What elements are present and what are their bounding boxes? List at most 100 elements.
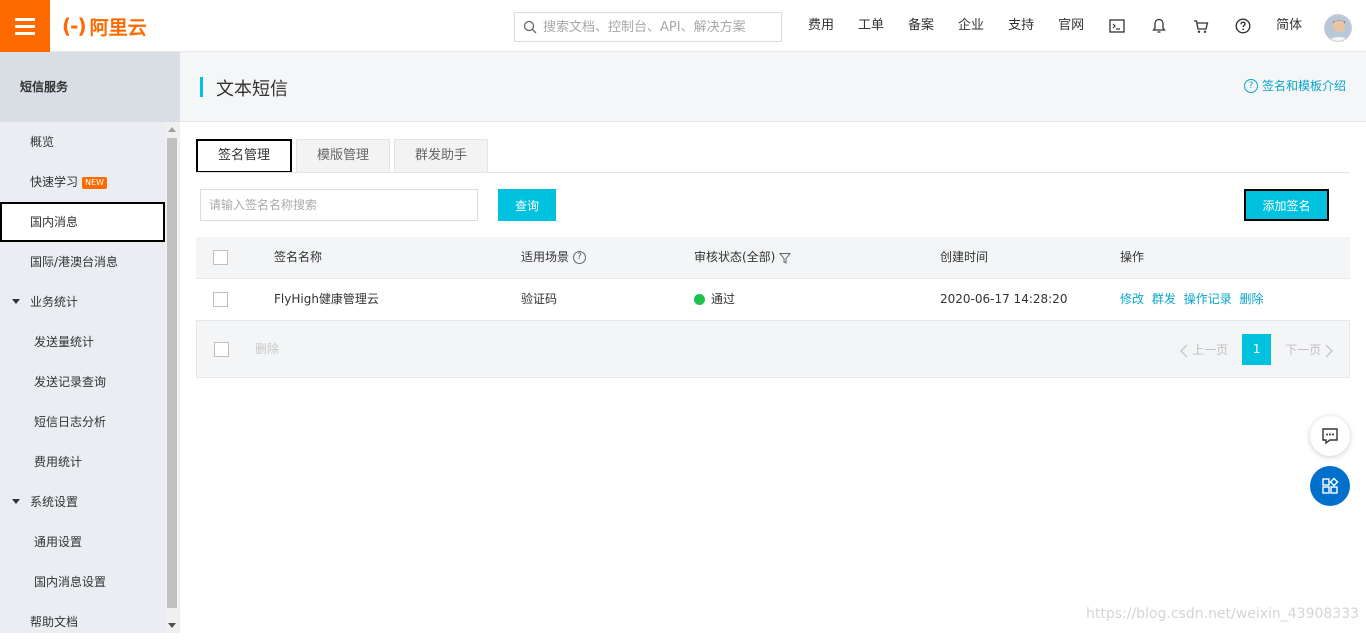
select-all-checkbox[interactable] <box>213 250 228 265</box>
pagination: 上一页 1 下一页 <box>1180 334 1334 365</box>
sidebar-item-label: 短信日志分析 <box>34 415 107 429</box>
status-label: 通过 <box>711 292 736 306</box>
global-search-input[interactable] <box>543 19 773 35</box>
signature-created-time: 2020-06-17 14:28:20 <box>940 292 1068 306</box>
sidebar-item-domestic-settings[interactable]: 国内消息设置 <box>0 562 165 602</box>
help-button[interactable] <box>1222 0 1264 52</box>
sign-template-intro-link[interactable]: ? 签名和模板介绍 <box>1243 77 1346 94</box>
hamburger-icon <box>15 17 35 21</box>
tab-signature-management[interactable]: 签名管理 <box>196 139 293 173</box>
sidebar-item-label: 国际/港澳台消息 <box>30 255 119 269</box>
row-actions: 修改 群发 操作记录 删除 <box>1120 279 1268 321</box>
cart-button[interactable] <box>1180 0 1222 52</box>
sidebar-item-cost-stats[interactable]: 费用统计 <box>0 442 165 482</box>
column-header-name: 签名名称 <box>274 250 323 264</box>
terminal-button[interactable] <box>1096 0 1138 52</box>
sidebar-item-label: 系统设置 <box>30 495 79 509</box>
sidebar-item-domestic-messages[interactable]: 国内消息 <box>0 202 165 242</box>
nav-tickets[interactable]: 工单 <box>846 0 896 52</box>
scroll-thumb[interactable] <box>167 138 177 608</box>
sidebar-item-send-records[interactable]: 发送记录查询 <box>0 362 165 402</box>
avatar[interactable] <box>1324 14 1352 42</box>
sidebar-item-overview[interactable]: 概览 <box>0 122 165 162</box>
language-switch[interactable]: 简体 <box>1264 0 1314 52</box>
delete-link[interactable]: 删除 <box>1240 292 1264 306</box>
nav-fees[interactable]: 费用 <box>796 0 846 52</box>
nav-filing[interactable]: 备案 <box>896 0 946 52</box>
next-page-button[interactable]: 下一页 <box>1285 341 1334 358</box>
chat-float-button[interactable] <box>1310 416 1350 456</box>
row-checkbox[interactable] <box>213 292 228 307</box>
logo[interactable]: (-) 阿里云 <box>62 14 147 39</box>
current-page[interactable]: 1 <box>1242 334 1272 365</box>
operation-log-link[interactable]: 操作记录 <box>1184 292 1232 306</box>
query-button[interactable]: 查询 <box>498 189 556 221</box>
signature-status: 通过 <box>694 279 735 321</box>
sidebar-item-label: 概览 <box>30 135 55 149</box>
sidebar-item-quick-start[interactable]: 快速学习 NEW <box>0 162 165 202</box>
question-circle-icon[interactable]: ? <box>573 251 587 264</box>
logo-text: 阿里云 <box>89 16 147 39</box>
sidebar-scrollbar[interactable] <box>165 122 179 633</box>
signature-search-input[interactable] <box>200 189 478 221</box>
column-header-status-label: 审核状态(全部) <box>694 250 776 264</box>
sidebar-item-help-docs[interactable]: 帮助文档 <box>0 602 165 642</box>
sidebar-item-label: 快速学习 <box>30 175 79 189</box>
nav-support[interactable]: 支持 <box>996 0 1046 52</box>
sidebar-item-log-analysis[interactable]: 短信日志分析 <box>0 402 165 442</box>
nav-enterprise[interactable]: 企业 <box>946 0 996 52</box>
tab-bulk-send-assistant[interactable]: 群发助手 <box>394 139 489 173</box>
sidebar-item-label: 国内消息设置 <box>34 575 107 589</box>
status-dot-icon <box>694 294 705 305</box>
new-badge: NEW <box>82 176 107 189</box>
notifications-button[interactable] <box>1138 0 1180 52</box>
sidebar-item-label: 费用统计 <box>34 455 83 469</box>
sidebar-group-business-stats[interactable]: 业务统计 <box>0 282 165 322</box>
menu-button[interactable] <box>0 0 50 52</box>
table-row: FlyHigh健康管理云 验证码 通过 2020-06-17 14:28:20 … <box>196 279 1350 321</box>
hamburger-icon-line <box>15 24 35 28</box>
add-signature-button[interactable]: 添加签名 <box>1244 189 1329 221</box>
chat-icon <box>1322 428 1338 445</box>
chevron-left-icon <box>1180 343 1188 358</box>
scroll-down-icon[interactable] <box>168 623 176 628</box>
sidebar-title: 短信服务 <box>0 52 180 122</box>
top-bar: (-) 阿里云 费用 工单 备案 企业 支持 官网 <box>0 0 1366 52</box>
bell-icon <box>1152 18 1166 33</box>
scroll-up-icon[interactable] <box>168 127 176 132</box>
nav-official-site[interactable]: 官网 <box>1046 0 1096 52</box>
filter-icon[interactable] <box>779 252 792 264</box>
user-avatar-icon <box>1325 15 1351 41</box>
column-header-actions: 操作 <box>1120 250 1145 264</box>
caret-down-icon <box>12 299 20 304</box>
table-footer: 删除 上一页 1 下一页 <box>196 321 1350 378</box>
top-nav: 费用 工单 备案 企业 支持 官网 简体 <box>796 0 1314 52</box>
sidebar-item-general-settings[interactable]: 通用设置 <box>0 522 165 562</box>
page-title: 文本短信 <box>200 75 288 101</box>
sidebar-item-international-messages[interactable]: 国际/港澳台消息 <box>0 242 165 282</box>
bulk-send-link[interactable]: 群发 <box>1152 292 1176 306</box>
batch-delete-button[interactable]: 删除 <box>243 335 291 363</box>
search-icon <box>523 20 537 34</box>
page-header: 文本短信 ? 签名和模板介绍 <box>180 52 1366 122</box>
sidebar-group-system-settings[interactable]: 系统设置 <box>0 482 165 522</box>
apps-icon <box>1322 477 1339 494</box>
apps-float-button[interactable] <box>1310 466 1350 506</box>
global-search[interactable] <box>514 12 782 42</box>
question-circle-icon: ? <box>1243 78 1258 93</box>
sidebar-item-send-volume[interactable]: 发送量统计 <box>0 322 165 362</box>
sidebar-item-label: 国内消息 <box>30 215 79 229</box>
sidebar-item-label: 帮助文档 <box>30 615 79 629</box>
tab-template-management[interactable]: 模版管理 <box>296 139 391 173</box>
sidebar-item-label: 发送量统计 <box>34 335 95 349</box>
caret-down-icon <box>12 499 20 504</box>
column-header-status[interactable]: 审核状态(全部) <box>694 237 792 279</box>
terminal-icon <box>1109 19 1125 33</box>
footer-select-all-checkbox[interactable] <box>214 342 229 357</box>
column-header-scene: 适用场景? <box>521 237 587 279</box>
tab-bar: 签名管理 模版管理 群发助手 <box>196 139 489 173</box>
prev-page-button[interactable]: 上一页 <box>1180 341 1228 358</box>
table-header-row: 签名名称 适用场景? 审核状态(全部) 创建时间 操作 <box>196 237 1350 279</box>
edit-link[interactable]: 修改 <box>1120 292 1144 306</box>
column-header-scene-label: 适用场景 <box>521 250 570 264</box>
